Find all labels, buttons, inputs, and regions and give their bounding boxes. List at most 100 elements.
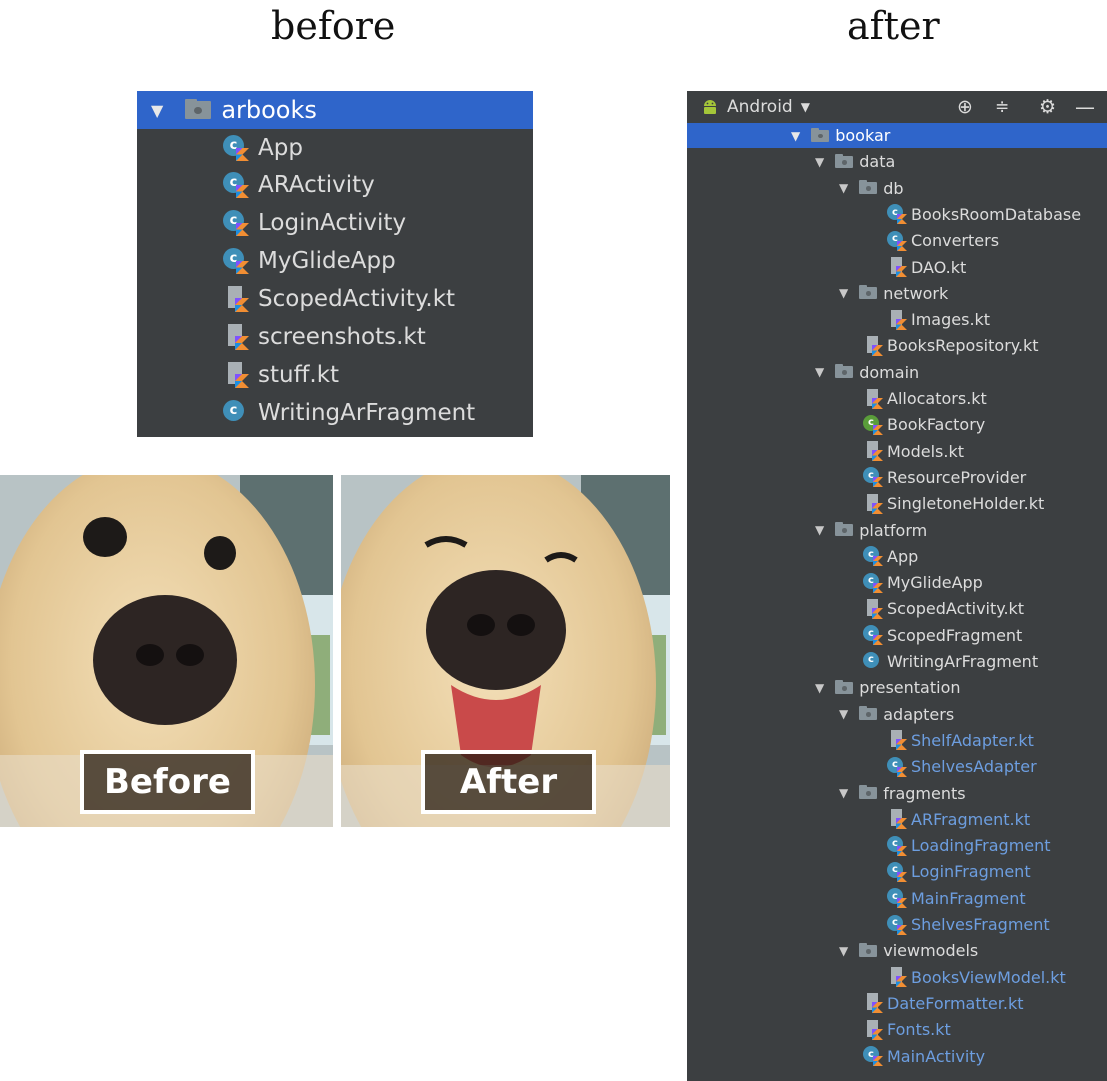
- tree-item-label: data: [859, 152, 896, 172]
- tree-item-label: LoadingFragment: [911, 836, 1051, 856]
- kotlin-class-icon: c: [887, 861, 907, 882]
- tree-item-label: BooksViewModel.kt: [911, 967, 1066, 987]
- expand-arrow-icon[interactable]: ▼: [815, 365, 824, 379]
- before-title: before: [271, 4, 396, 48]
- expand-arrow-icon[interactable]: ▼: [815, 523, 824, 537]
- kotlin-file-icon: [887, 730, 907, 751]
- expand-arrow-icon[interactable]: ▼: [815, 155, 824, 169]
- kotlin-file-icon: [863, 1019, 883, 1040]
- tree-folder-db[interactable]: ▼ db: [687, 176, 1107, 201]
- folder-icon: [859, 942, 878, 957]
- tree-folder-network[interactable]: ▼ network: [687, 281, 1107, 306]
- tree-item-label: DAO.kt: [911, 257, 967, 277]
- folder-icon: [835, 153, 854, 168]
- tree-file-item[interactable]: ShelfAdapter.kt: [687, 728, 1107, 753]
- tree-file-item[interactable]: SingletoneHolder.kt: [687, 491, 1107, 516]
- tree-folder-domain[interactable]: ▼ domain: [687, 360, 1107, 385]
- tree-file-item[interactable]: c App: [687, 544, 1107, 569]
- kotlin-class-icon: c: [887, 835, 907, 856]
- tree-item[interactable]: c App: [137, 129, 533, 166]
- tree-item-label: App: [887, 546, 919, 566]
- folder-icon: [859, 706, 878, 721]
- tree-item-label: db: [883, 178, 904, 198]
- tree-folder-fragments[interactable]: ▼ fragments: [687, 781, 1107, 806]
- tree-file-item[interactable]: c ResourceProvider: [687, 465, 1107, 490]
- kotlin-file-icon: [223, 324, 249, 350]
- tree-root-arbooks[interactable]: ▼ arbooks: [137, 91, 533, 129]
- expand-arrow-icon[interactable]: ▼: [839, 786, 848, 800]
- tree-file-item[interactable]: c WritingArFragment: [687, 649, 1107, 674]
- tree-file-item[interactable]: c BookFactory: [687, 412, 1107, 437]
- kotlin-class-icon: c: [887, 914, 907, 935]
- tree-file-item[interactable]: DAO.kt: [687, 255, 1107, 280]
- tree-folder-platform[interactable]: ▼ platform: [687, 518, 1107, 543]
- tree-file-item[interactable]: c ScopedFragment: [687, 623, 1107, 648]
- expand-arrow-icon[interactable]: ▼: [839, 944, 848, 958]
- before-project-tree: ▼ arbooks c App c ARActivity c LoginActivity c…: [137, 91, 533, 437]
- tree-file-item[interactable]: ARFragment.kt: [687, 807, 1107, 832]
- expand-arrow-icon[interactable]: ▼: [815, 681, 824, 695]
- kotlin-class-icon: c: [863, 414, 883, 435]
- tree-item-label: network: [883, 283, 949, 303]
- tree-file-item[interactable]: Images.kt: [687, 307, 1107, 332]
- tree-file-item[interactable]: BooksViewModel.kt: [687, 965, 1107, 990]
- kotlin-class-icon: c: [863, 467, 883, 488]
- tree-file-item[interactable]: DateFormatter.kt: [687, 991, 1107, 1016]
- kotlin-file-icon: [863, 388, 883, 409]
- tree-item-label: ScopedFragment: [887, 625, 1023, 645]
- collapse-icon[interactable]: ≑: [995, 97, 1009, 117]
- tree-file-item[interactable]: ScopedActivity.kt: [687, 596, 1107, 621]
- tree-item[interactable]: c MyGlideApp: [137, 243, 533, 280]
- tree-file-item[interactable]: c MyGlideApp: [687, 570, 1107, 595]
- tree-item-label: MainFragment: [911, 888, 1026, 908]
- expand-arrow-icon[interactable]: ▼: [839, 181, 848, 195]
- tree-folder-viewmodels[interactable]: ▼ viewmodels: [687, 938, 1107, 963]
- tree-file-item[interactable]: Allocators.kt: [687, 386, 1107, 411]
- expand-arrow-icon[interactable]: ▼: [151, 101, 163, 120]
- tree-item[interactable]: stuff.kt: [137, 356, 533, 393]
- chevron-down-icon[interactable]: ▼: [801, 100, 810, 114]
- tree-item-label: ShelvesFragment: [911, 915, 1050, 934]
- tree-file-item[interactable]: Models.kt: [687, 439, 1107, 464]
- locate-icon[interactable]: ⊕: [957, 96, 973, 118]
- tree-folder-presentation[interactable]: ▼ presentation: [687, 675, 1107, 700]
- folder-icon: [185, 99, 212, 119]
- tree-file-item[interactable]: c BooksRoomDatabase: [687, 202, 1107, 227]
- tree-item-label: bookar: [835, 126, 891, 145]
- tree-item-label: ARActivity: [258, 172, 375, 199]
- tree-file-item[interactable]: c LoadingFragment: [687, 833, 1107, 858]
- tree-file-item[interactable]: c ShelvesFragment: [687, 912, 1107, 937]
- expand-arrow-icon[interactable]: ▼: [791, 129, 800, 143]
- view-selector[interactable]: Android: [727, 97, 793, 117]
- folder-icon: [859, 285, 878, 300]
- folder-icon: [835, 522, 854, 536]
- expand-arrow-icon[interactable]: ▼: [839, 286, 848, 300]
- tree-folder-bookar[interactable]: ▼ bookar: [687, 123, 1107, 148]
- tree-item-label: Images.kt: [911, 310, 991, 330]
- tree-file-item[interactable]: c LoginFragment: [687, 859, 1107, 884]
- tree-item[interactable]: c ARActivity: [137, 167, 533, 204]
- kotlin-file-icon: [863, 598, 883, 619]
- tree-item[interactable]: c WritingArFragment: [137, 394, 533, 431]
- tree-item-label: MyGlideApp: [887, 573, 983, 593]
- kotlin-class-icon: c: [887, 204, 907, 225]
- tree-item-label: screenshots.kt: [258, 324, 426, 350]
- folder-icon: [811, 127, 830, 142]
- tree-file-item[interactable]: BooksRepository.kt: [687, 333, 1107, 358]
- tree-folder-data[interactable]: ▼ data: [687, 149, 1107, 174]
- kotlin-class-icon: c: [863, 546, 883, 567]
- tree-item[interactable]: screenshots.kt: [137, 319, 533, 356]
- minimize-icon[interactable]: —: [1075, 95, 1095, 119]
- tree-file-item[interactable]: c MainActivity: [687, 1044, 1107, 1069]
- kotlin-file-icon: [863, 493, 883, 514]
- tree-item[interactable]: ScopedActivity.kt: [137, 281, 533, 318]
- tree-file-item[interactable]: c MainFragment: [687, 886, 1107, 911]
- tree-file-item[interactable]: Fonts.kt: [687, 1017, 1107, 1042]
- tree-folder-adapters[interactable]: ▼ adapters: [687, 702, 1107, 727]
- tree-item[interactable]: c LoginActivity: [137, 205, 533, 242]
- tree-file-item[interactable]: c Converters: [687, 228, 1107, 253]
- expand-arrow-icon[interactable]: ▼: [839, 707, 848, 721]
- gear-icon[interactable]: ⚙: [1039, 96, 1056, 118]
- tree-file-item[interactable]: c ShelvesAdapter: [687, 754, 1107, 779]
- folder-icon: [835, 679, 854, 694]
